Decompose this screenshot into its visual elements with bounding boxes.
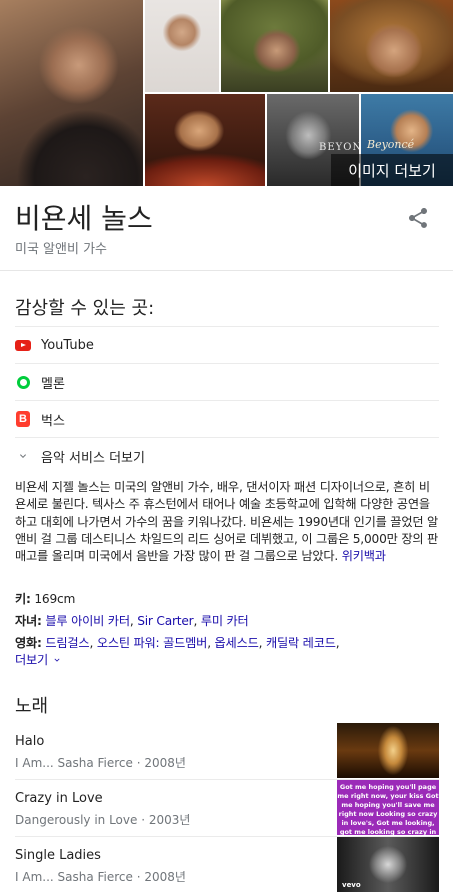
- fact-height: 키: 169cm: [15, 591, 439, 608]
- service-youtube[interactable]: YouTube: [15, 326, 439, 363]
- header-divider: [0, 270, 453, 271]
- facts-more-link[interactable]: 더보기: [15, 653, 62, 667]
- movie-link[interactable]: 캐딜락 레코드: [266, 636, 336, 650]
- fact-height-label: 키:: [15, 592, 31, 606]
- song-thumbnail[interactable]: Got me hoping you'll page me right now, …: [337, 780, 439, 835]
- service-melon[interactable]: 멜론: [15, 363, 439, 400]
- movie-link[interactable]: 드림걸스: [45, 636, 89, 650]
- song-thumbnail[interactable]: [337, 723, 439, 778]
- service-label: YouTube: [41, 337, 94, 353]
- song-name: Crazy in Love: [15, 791, 103, 806]
- song-item[interactable]: Single Ladies I Am... Sasha Fierce · 200…: [15, 837, 439, 894]
- more-images-button[interactable]: 이미지 더보기: [331, 154, 453, 186]
- song-meta: I Am... Sasha Fierce · 2008년: [15, 870, 186, 884]
- song-name: Single Ladies: [15, 848, 101, 863]
- more-music-services-label: 음악 서비스 더보기: [41, 450, 145, 466]
- listen-heading: 감상할 수 있는 곳:: [15, 298, 155, 319]
- song-meta: Dangerously in Love · 2003년: [15, 813, 191, 827]
- chevron-down-icon: [15, 448, 31, 464]
- more-music-services[interactable]: 음악 서비스 더보기: [15, 437, 439, 474]
- song-thumbnail[interactable]: vevo: [337, 837, 439, 892]
- fact-children-label: 자녀:: [15, 614, 42, 628]
- share-icon[interactable]: [406, 206, 430, 230]
- movie-link[interactable]: 오스틴 파워: 골드멤버: [97, 636, 208, 650]
- fact-children: 자녀: 블루 아이비 카터, Sir Carter, 루미 카터: [15, 614, 249, 628]
- chevron-down-icon: [54, 658, 60, 662]
- image-tile-3[interactable]: [221, 0, 328, 92]
- child-link[interactable]: 블루 아이비 카터: [45, 614, 130, 628]
- child-link[interactable]: Sir Carter: [137, 614, 193, 628]
- bugs-icon: B: [15, 411, 31, 427]
- song-item[interactable]: Halo I Am... Sasha Fierce · 2008년: [15, 723, 439, 780]
- song-name: Halo: [15, 734, 45, 749]
- fact-movies: 영화: 드림걸스, 오스틴 파워: 골드멤버, 옵세스드, 캐딜락 레코드, 더…: [15, 636, 340, 667]
- image-tile-2[interactable]: [145, 0, 219, 92]
- vevo-logo: vevo: [342, 881, 361, 889]
- entity-description: 비욘세 지젤 놀스는 미국의 알앤비 가수, 배우, 댄서이자 패션 디자이너으…: [15, 479, 439, 565]
- fact-height-value: 169cm: [34, 592, 76, 606]
- song-item[interactable]: Crazy in Love Dangerously in Love · 2003…: [15, 780, 439, 837]
- service-bugs[interactable]: B 벅스: [15, 400, 439, 437]
- service-label: 벅스: [41, 413, 65, 429]
- song-meta: I Am... Sasha Fierce · 2008년: [15, 756, 186, 770]
- image-tile-5[interactable]: [145, 94, 265, 186]
- service-label: 멜론: [41, 376, 65, 392]
- fact-movies-label: 영화:: [15, 636, 42, 650]
- image-tile-6-text: BEYONCÉ: [319, 142, 359, 153]
- wikipedia-link[interactable]: 위키백과: [342, 549, 386, 563]
- melon-icon: [15, 374, 31, 390]
- youtube-icon: [15, 337, 31, 353]
- image-tile-4[interactable]: [330, 0, 453, 92]
- image-collage: BEYONCÉ Beyoncé 이미지 더보기: [0, 0, 453, 186]
- image-tile-1[interactable]: [0, 0, 143, 186]
- entity-title: 비욘세 놀스: [15, 202, 153, 235]
- child-link[interactable]: 루미 카터: [201, 614, 249, 628]
- image-tile-7-text: Beyoncé: [367, 138, 415, 151]
- movie-link[interactable]: 옵세스드: [215, 636, 259, 650]
- entity-subtitle: 미국 알앤비 가수: [15, 242, 107, 257]
- songs-heading: 노래: [15, 696, 49, 717]
